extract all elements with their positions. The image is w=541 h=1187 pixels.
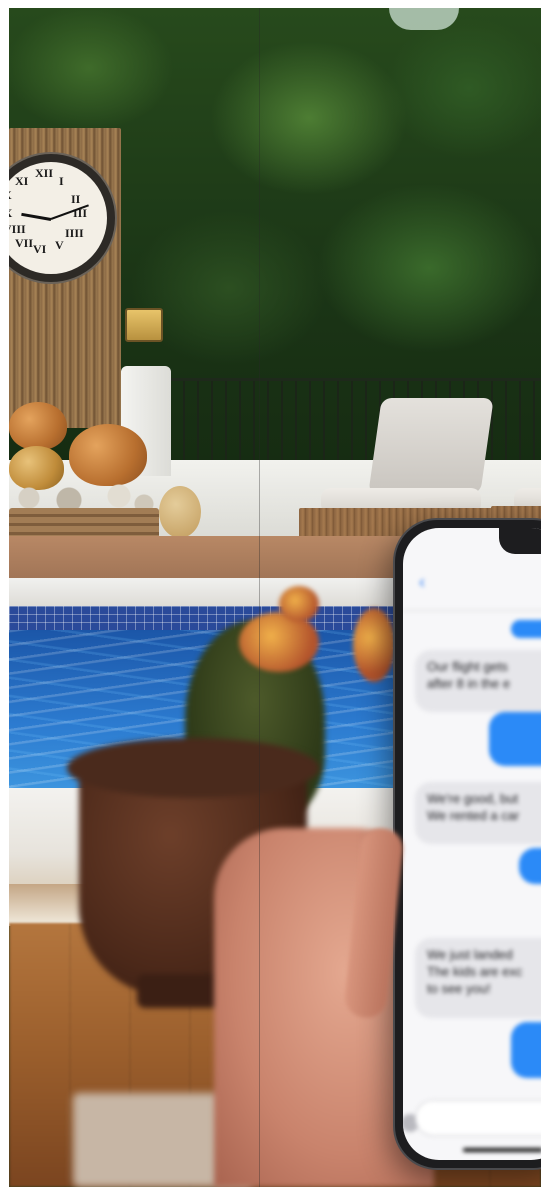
lounger-backrest bbox=[368, 398, 494, 494]
clock-numeral: II bbox=[71, 192, 81, 206]
message-line: The kids are exc bbox=[427, 964, 523, 979]
clock-numeral: IIII bbox=[65, 226, 84, 240]
clay-pot-rim bbox=[67, 738, 319, 798]
message-bubble-out bbox=[511, 620, 541, 638]
header-divider bbox=[403, 610, 541, 611]
sky-patch bbox=[389, 8, 459, 30]
message-line: after 8 in the e bbox=[427, 676, 511, 691]
message-line: We just landed bbox=[427, 947, 513, 962]
image-seam bbox=[259, 8, 260, 1187]
phone-screen: ‹ Our flight gets after 8 in the e We're… bbox=[403, 528, 541, 1160]
message-bubble-in: We're good, but We rented a car bbox=[415, 782, 541, 844]
sheep-figurine bbox=[159, 486, 201, 538]
message-bubble-out bbox=[519, 848, 541, 884]
orchid-flower bbox=[279, 586, 319, 622]
message-bubble-in: Our flight gets after 8 in the e bbox=[415, 650, 541, 712]
clock-numeral: V bbox=[55, 238, 64, 252]
back-chevron-icon: ‹ bbox=[419, 572, 425, 592]
message-bubble-in: We just landed The kids are exc to see y… bbox=[415, 938, 541, 1018]
message-bubble-out bbox=[489, 712, 541, 766]
clock-numeral: VIII bbox=[9, 222, 26, 236]
clock-numeral: XI bbox=[15, 174, 29, 188]
terracotta-pot bbox=[9, 402, 67, 450]
clock-numeral: X bbox=[9, 188, 12, 203]
home-indicator bbox=[463, 1148, 541, 1152]
orchid-flower bbox=[239, 612, 319, 672]
clock-numeral: VII bbox=[15, 236, 34, 250]
message-line: We're good, but bbox=[427, 791, 519, 806]
message-input bbox=[415, 1100, 541, 1136]
brass-lantern bbox=[125, 308, 163, 342]
terracotta-jug bbox=[69, 424, 147, 486]
clock-numeral: I bbox=[59, 174, 64, 188]
smartphone: ‹ Our flight gets after 8 in the e We're… bbox=[395, 520, 541, 1168]
message-line: We rented a car bbox=[427, 808, 520, 823]
clock-numeral: IX bbox=[9, 206, 12, 221]
message-line: Our flight gets bbox=[427, 659, 508, 674]
message-line: to see you! bbox=[427, 981, 491, 996]
message-bubble-out bbox=[511, 1022, 541, 1078]
messages-app: ‹ Our flight gets after 8 in the e We're… bbox=[403, 528, 541, 1160]
clock-hour-hand bbox=[21, 212, 52, 221]
photo-scene: XII I II III IIII V VI VII VIII IX X XI bbox=[9, 8, 541, 1187]
phone-notch bbox=[499, 528, 541, 554]
clock-numeral: VI bbox=[33, 242, 47, 256]
orchid-flower bbox=[353, 608, 395, 682]
clock-numeral: XII bbox=[35, 166, 54, 180]
